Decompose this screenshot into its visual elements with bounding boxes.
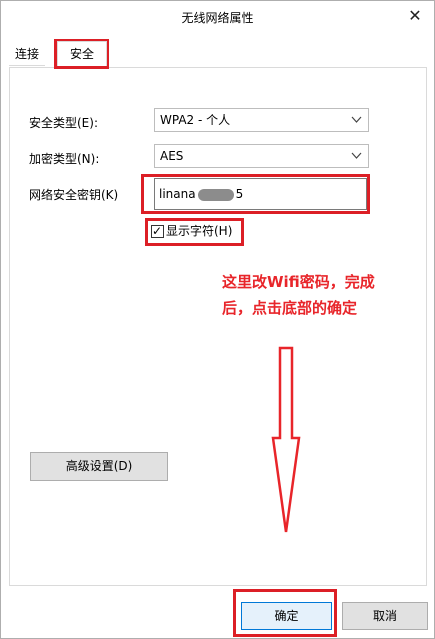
tab-security[interactable]: 安全 [57, 41, 107, 66]
wireless-properties-dialog: 无线网络属性 ✕ 连接 安全 安全类型(E): WPA2 - 个人 加密类型(N… [0, 0, 435, 639]
advanced-settings-button[interactable]: 高级设置(D) [30, 452, 168, 481]
chevron-down-icon [351, 145, 362, 175]
encryption-type-select[interactable]: AES [154, 144, 369, 168]
tab-connection[interactable]: 连接 [9, 44, 46, 66]
encryption-type-label: 加密类型(N): [29, 152, 100, 166]
instruction-annotation: 这里改Wifi密码，完成 后，点击底部的确定 [222, 269, 422, 321]
network-key-label: 网络安全密钥(K) [29, 188, 119, 202]
close-icon[interactable]: ✕ [404, 5, 426, 27]
annotation-line-1: 这里改Wifi密码，完成 [222, 273, 375, 291]
network-key-suffix: 5 [235, 187, 244, 201]
chevron-down-icon [351, 109, 362, 139]
network-key-input[interactable]: linana 5 [154, 178, 367, 210]
checkmark-icon[interactable] [151, 222, 164, 240]
cancel-button[interactable]: 取消 [342, 602, 428, 630]
security-type-value: WPA2 - 个人 [160, 113, 231, 127]
annotation-line-2: 后，点击底部的确定 [222, 299, 358, 317]
encryption-type-value: AES [160, 149, 184, 163]
redacted-blur [197, 188, 234, 201]
network-key-prefix: linana [159, 187, 196, 201]
show-characters-label: 显示字符(H) [166, 224, 233, 238]
title-bar: 无线网络属性 ✕ [1, 1, 434, 34]
down-arrow-icon [271, 346, 301, 533]
ok-button[interactable]: 确定 [241, 602, 332, 630]
security-type-label: 安全类型(E): [29, 116, 98, 130]
show-characters-checkbox[interactable]: 显示字符(H) [151, 222, 232, 242]
security-type-select[interactable]: WPA2 - 个人 [154, 108, 369, 132]
window-title: 无线网络属性 [181, 11, 254, 25]
tab-bar: 连接 安全 [1, 39, 434, 67]
